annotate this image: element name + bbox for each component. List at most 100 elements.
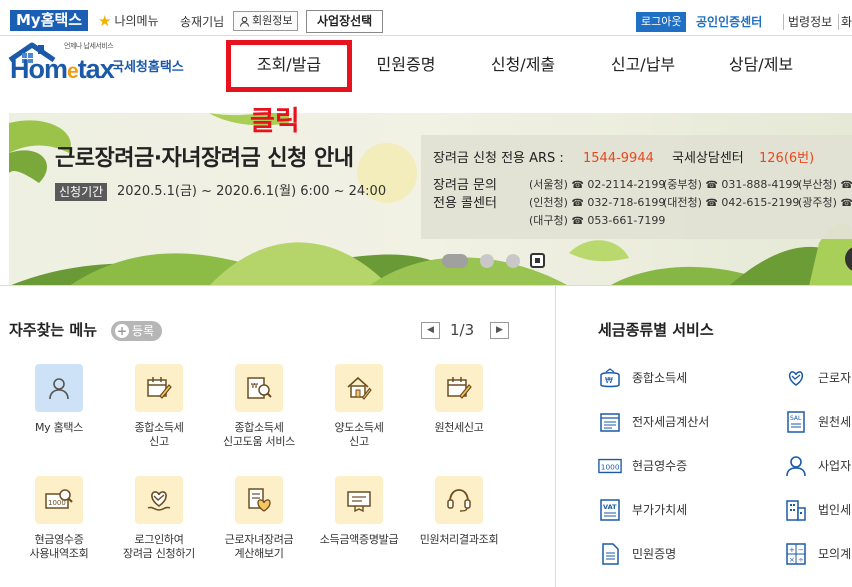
svg-text:+: + — [789, 546, 795, 554]
register-label: 등록 — [132, 324, 155, 338]
nav-apply-submit[interactable]: 신청/제출 — [478, 40, 568, 90]
fav-my-hometax[interactable]: My 홈택스 — [4, 364, 114, 435]
phone-entry: (대구청) ☎ 053-661-7199 — [529, 214, 666, 227]
logo-korean: 국세청홈택스 — [112, 60, 184, 75]
phone-entry: (대전청) ☎ 042-615-2199 — [663, 196, 800, 209]
receipt-search-icon: 1000 — [45, 489, 73, 509]
fav-income-tax-help[interactable]: ₩ 종합소득세 신고도움 서비스 — [204, 364, 314, 449]
plus-icon: + — [115, 324, 129, 338]
vat-icon: VAT — [600, 499, 620, 521]
hometax-logo[interactable]: 언제나 납세서비스 Hometax 국세청홈택스 — [8, 40, 208, 86]
tax-mock-calculation[interactable]: + − × ÷ 모의계 — [784, 542, 851, 566]
star-icon: ★ — [98, 12, 112, 30]
nav-inquiry-issue[interactable]: 조회/발급 — [226, 40, 352, 92]
banner-indicator[interactable] — [480, 254, 494, 268]
svg-text:×: × — [789, 556, 795, 564]
sal-document-icon: SAL — [787, 411, 805, 433]
svg-text:SAL: SAL — [790, 415, 802, 422]
call-center-info-box: 장려금 신청 전용 ARS : 1544-9944 국세상담센터 126(6번)… — [421, 135, 852, 239]
logo-subtitle: 언제나 납세서비스 — [64, 42, 114, 50]
promo-banner[interactable]: 근로장려금·자녀장려금 신청 안내 신청기간 2020.5.1(금) ~ 202… — [9, 113, 852, 286]
tax-worker[interactable]: 근로자 — [784, 366, 851, 390]
page-indicator: 1/3 — [450, 321, 475, 339]
svg-text:VAT: VAT — [603, 503, 617, 511]
my-menu-label: 나의메뉴 — [114, 14, 159, 28]
nav-consult-report[interactable]: 상담/제보 — [716, 40, 806, 90]
favorites-title: 자주찾는 메뉴 — [9, 321, 98, 339]
period-badge: 신청기간 — [55, 183, 108, 201]
fav-transfer-tax-report[interactable]: 양도소득세 신고 — [304, 364, 414, 449]
phone-entry: (서울청) ☎ 02-2114-2199 — [529, 178, 666, 191]
phone-icon: ☎ — [571, 180, 584, 191]
heart-hand-icon — [788, 371, 804, 386]
phone-entry: (중부청) ☎ 031-888-4199 — [663, 178, 800, 191]
my-menu-link[interactable]: ★ 나의메뉴 — [98, 12, 159, 30]
certificate-icon — [347, 491, 371, 513]
phone-icon: ☎ — [705, 180, 718, 191]
person-icon — [49, 378, 69, 400]
fav-incentive-calculator[interactable]: 근로자녀장려금 계산해보기 — [204, 476, 314, 561]
cut-off-link[interactable]: 화 — [838, 14, 852, 30]
banner-stop-icon[interactable] — [530, 253, 545, 268]
heart-document-icon — [248, 488, 271, 512]
member-info-button[interactable]: 회원정보 — [233, 11, 299, 31]
phone-entry: (광주청) ☎ — [798, 196, 852, 209]
fav-income-certificate[interactable]: 소득금액증명발급 — [304, 476, 414, 547]
svg-text:÷: ÷ — [798, 556, 804, 564]
person-icon — [240, 16, 249, 27]
my-hometax-button[interactable]: My홈택스 — [10, 10, 89, 31]
nts-center-number: 126(6번) — [759, 151, 815, 166]
banner-indicator-active[interactable] — [442, 254, 468, 268]
phone-icon: ☎ — [571, 198, 584, 209]
calendar-pen-icon — [147, 377, 172, 399]
business-select-button[interactable]: 사업장선택 — [306, 10, 384, 33]
top-utility-bar: My홈택스 ★ 나의메뉴 송재기님 회원정보 사업장선택 로그아웃 공인인증센터… — [0, 0, 852, 36]
user-name: 송재기님 — [180, 15, 225, 29]
calendar-pen-icon — [447, 377, 472, 399]
document-search-icon: ₩ — [247, 377, 272, 399]
phone-icon: ☎ — [840, 198, 852, 209]
tax-corporate[interactable]: 법인세 — [784, 498, 851, 522]
cert-center-link[interactable]: 공인인증센터 — [696, 14, 762, 30]
fav-income-tax-report[interactable]: 종합소득세 신고 — [104, 364, 214, 449]
nav-report-pay[interactable]: 신고/납부 — [598, 40, 688, 90]
section-divider — [0, 285, 852, 286]
register-favorite-button[interactable]: + 등록 — [111, 321, 163, 341]
tax-cash-receipt[interactable]: 1000 현금영수증 — [598, 454, 687, 478]
invoice-icon — [600, 413, 620, 432]
period-text: 2020.5.1(금) ~ 2020.6.1(월) 6:00 ~ 24:00 — [117, 184, 387, 199]
nts-center-label: 국세상담센터 — [672, 151, 744, 166]
phone-entry: (인천청) ☎ 032-718-6199 — [529, 196, 666, 209]
tax-civil-certificate[interactable]: 민원증명 — [598, 542, 676, 566]
law-info-link[interactable]: 법령정보 — [783, 14, 832, 30]
phone-icon: ☎ — [571, 216, 584, 227]
next-page-button[interactable]: ▶ — [490, 322, 509, 339]
fav-login-apply-incentive[interactable]: 로그인하여 장려금 신청하기 — [104, 476, 214, 561]
headset-icon — [447, 489, 471, 512]
fav-withholding-tax-report[interactable]: 원천세신고 — [404, 364, 514, 435]
click-annotation: 클릭 — [250, 106, 300, 137]
nav-civil-certificate[interactable]: 민원증명 — [366, 40, 446, 90]
receipt-1000-icon: 1000 — [598, 458, 622, 474]
person-icon — [786, 456, 806, 477]
tax-global-income[interactable]: ₩ 종합소득세 — [598, 366, 687, 390]
logout-button[interactable]: 로그아웃 — [636, 12, 687, 32]
money-bag-icon: ₩ — [600, 368, 620, 388]
tax-e-invoice[interactable]: 전자세금계산서 — [598, 410, 709, 434]
phone-icon: ☎ — [705, 198, 718, 209]
tax-withholding[interactable]: SAL 원천세 — [784, 410, 851, 434]
ars-label: 장려금 신청 전용 ARS : — [433, 151, 564, 166]
member-info-label: 회원정보 — [252, 14, 293, 27]
call-center-label: 장려금 문의 전용 콜센터 — [433, 178, 497, 211]
prev-page-button[interactable]: ◀ — [421, 322, 440, 339]
banner-indicator[interactable] — [506, 254, 520, 268]
tax-vat[interactable]: VAT 부가가치세 — [598, 498, 687, 522]
tax-business-owner[interactable]: 사업자 — [784, 454, 851, 478]
house-pen-icon — [347, 376, 372, 400]
column-divider — [555, 286, 556, 587]
heart-hands-icon — [147, 491, 171, 511]
fav-cash-receipt-history[interactable]: 1000 현금영수증 사용내역조회 — [4, 476, 114, 561]
fav-civil-result-inquiry[interactable]: 민원처리결과조회 — [404, 476, 514, 547]
calculator-icon: + −× ÷ — [786, 543, 806, 565]
svg-text:₩: ₩ — [605, 376, 613, 385]
